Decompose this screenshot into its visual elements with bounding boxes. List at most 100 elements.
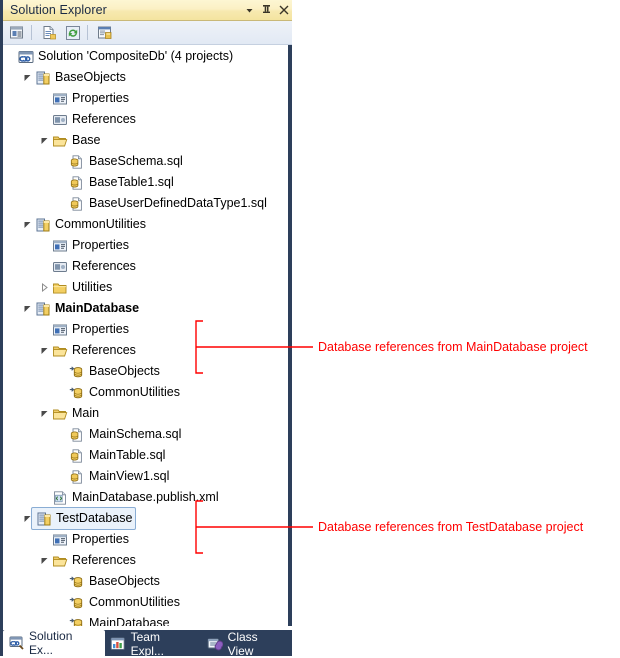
chevron-down-icon[interactable] bbox=[38, 550, 51, 571]
tree-row-content[interactable]: CommonUtilities bbox=[68, 592, 180, 613]
tree-row-content[interactable]: BaseObjects bbox=[34, 67, 126, 88]
tree-row-content[interactable]: References bbox=[51, 340, 136, 361]
chevron-down-icon[interactable] bbox=[38, 130, 51, 151]
tree-row-label: MainDatabase bbox=[89, 616, 170, 626]
tree-row-content[interactable]: Solution 'CompositeDb' (4 projects) bbox=[17, 46, 233, 67]
annotation-main-references: Database references from MainDatabase pr… bbox=[318, 340, 588, 354]
chevron-down-icon[interactable] bbox=[38, 403, 51, 424]
tree-row-content[interactable]: References bbox=[51, 550, 136, 571]
tree-row-content[interactable]: References bbox=[51, 256, 136, 277]
chevron-right-icon[interactable] bbox=[38, 277, 51, 298]
tree-expander-placeholder bbox=[55, 172, 68, 193]
tree-row[interactable]: Solution 'CompositeDb' (4 projects) bbox=[4, 46, 288, 67]
tree-row-label: Properties bbox=[72, 532, 129, 546]
tree-row[interactable]: References bbox=[4, 340, 288, 361]
tree-row-content[interactable]: BaseObjects bbox=[68, 571, 160, 592]
chevron-down-icon[interactable] bbox=[21, 67, 34, 88]
tree-row[interactable]: MainDatabase.publish.xml bbox=[4, 487, 288, 508]
properties-window-button[interactable] bbox=[6, 23, 27, 43]
tree-row[interactable]: References bbox=[4, 550, 288, 571]
tree-row[interactable]: MainTable.sql bbox=[4, 445, 288, 466]
toolbar-separator-2 bbox=[87, 25, 88, 40]
tree-row-label: CommonUtilities bbox=[89, 595, 180, 609]
tree-row-content[interactable]: MainTable.sql bbox=[68, 445, 165, 466]
tree-row[interactable]: MainSchema.sql bbox=[4, 424, 288, 445]
tree-row[interactable]: TestDatabase bbox=[4, 507, 288, 530]
tab-label: Class View bbox=[227, 630, 258, 658]
tree-row[interactable]: BaseObjects bbox=[4, 67, 288, 88]
db-reference-icon bbox=[68, 615, 85, 626]
tree-row-label: Utilities bbox=[72, 280, 113, 294]
tree-row-content[interactable]: CommonUtilities bbox=[68, 382, 180, 403]
project-icon bbox=[35, 510, 52, 527]
tree-row-content[interactable]: MainDatabase.publish.xml bbox=[51, 487, 219, 508]
chevron-down-icon[interactable] bbox=[21, 214, 34, 235]
tree-row-content[interactable]: MainDatabase bbox=[68, 613, 170, 626]
tree-row[interactable]: BaseSchema.sql bbox=[4, 151, 288, 172]
tab-solution-explorer-icon[interactable]: Solution Ex... bbox=[3, 629, 105, 657]
chevron-down-icon[interactable] bbox=[38, 340, 51, 361]
tree-row-content[interactable]: MainDatabase bbox=[34, 298, 139, 319]
tree-row[interactable]: Base bbox=[4, 130, 288, 151]
tree-row[interactable]: Properties bbox=[4, 88, 288, 109]
tree-row-content[interactable]: BaseUserDefinedDataType1.sql bbox=[68, 193, 267, 214]
tree-row[interactable]: CommonUtilities bbox=[4, 592, 288, 613]
tree-row[interactable]: BaseUserDefinedDataType1.sql bbox=[4, 193, 288, 214]
tree-row-content[interactable]: Utilities bbox=[51, 277, 112, 298]
show-all-files-button[interactable] bbox=[38, 23, 59, 43]
tree-row[interactable]: Properties bbox=[4, 235, 288, 256]
tree-row-content[interactable]: Base bbox=[51, 130, 101, 151]
tree-row-label: BaseObjects bbox=[55, 70, 126, 84]
tree-row[interactable]: Properties bbox=[4, 529, 288, 550]
tree-row-content[interactable]: CommonUtilities bbox=[34, 214, 146, 235]
tree-row[interactable]: References bbox=[4, 256, 288, 277]
chevron-down-icon[interactable] bbox=[21, 298, 34, 319]
folder-open-icon bbox=[51, 405, 68, 422]
tree-row[interactable]: BaseTable1.sql bbox=[4, 172, 288, 193]
tree-row-selected[interactable]: TestDatabase bbox=[31, 507, 137, 530]
tree-row-content[interactable]: BaseTable1.sql bbox=[68, 172, 174, 193]
xml-file-icon bbox=[51, 489, 68, 506]
tab-class-view-icon[interactable]: Class View bbox=[202, 630, 292, 658]
tree-row-label: References bbox=[72, 553, 136, 567]
folder-closed-icon bbox=[51, 279, 68, 296]
tree-row-content[interactable]: MainSchema.sql bbox=[68, 424, 181, 445]
tree-row-content[interactable]: Main bbox=[51, 403, 99, 424]
tree-row[interactable]: CommonUtilities bbox=[4, 382, 288, 403]
tree-row[interactable]: Utilities bbox=[4, 277, 288, 298]
dropdown-icon[interactable] bbox=[241, 2, 258, 19]
db-reference-icon bbox=[68, 363, 85, 380]
tree-row[interactable]: CommonUtilities bbox=[4, 214, 288, 235]
tree-row-content[interactable]: Properties bbox=[51, 529, 129, 550]
tree-row[interactable]: References bbox=[4, 109, 288, 130]
tree-row-label: MainDatabase.publish.xml bbox=[72, 490, 219, 504]
refresh-button[interactable] bbox=[62, 23, 83, 43]
tree-row-label: Properties bbox=[72, 91, 129, 105]
db-reference-icon bbox=[68, 384, 85, 401]
tree-row[interactable]: Properties bbox=[4, 319, 288, 340]
tree-row-content[interactable]: Properties bbox=[51, 88, 129, 109]
tree-row-label: TestDatabase bbox=[56, 511, 133, 525]
tree-row[interactable]: BaseObjects bbox=[4, 571, 288, 592]
tree-row-content[interactable]: BaseObjects bbox=[68, 361, 160, 382]
tree-row-content[interactable]: MainView1.sql bbox=[68, 466, 169, 487]
tree-row[interactable]: Main bbox=[4, 403, 288, 424]
pin-icon[interactable] bbox=[258, 2, 275, 19]
tree-row-content[interactable]: Properties bbox=[51, 235, 129, 256]
tree-row-content[interactable]: Properties bbox=[51, 319, 129, 340]
tree-row-content[interactable]: References bbox=[51, 109, 136, 130]
solution-tree[interactable]: Solution 'CompositeDb' (4 projects) BaseO… bbox=[4, 46, 288, 626]
tree-row-content[interactable]: BaseSchema.sql bbox=[68, 151, 183, 172]
view-code-button[interactable] bbox=[94, 23, 115, 43]
tab-team-explorer-icon[interactable]: Team Expl... bbox=[105, 630, 202, 658]
tree-row[interactable]: MainDatabase bbox=[4, 613, 288, 626]
tab-strip[interactable]: Solution Ex... Team Expl... Class View bbox=[3, 629, 292, 658]
tree-row[interactable]: MainView1.sql bbox=[4, 466, 288, 487]
tree-expander-placeholder bbox=[55, 424, 68, 445]
tree-row[interactable]: BaseObjects bbox=[4, 361, 288, 382]
tree-row[interactable]: MainDatabase bbox=[4, 298, 288, 319]
close-icon[interactable] bbox=[275, 2, 292, 19]
